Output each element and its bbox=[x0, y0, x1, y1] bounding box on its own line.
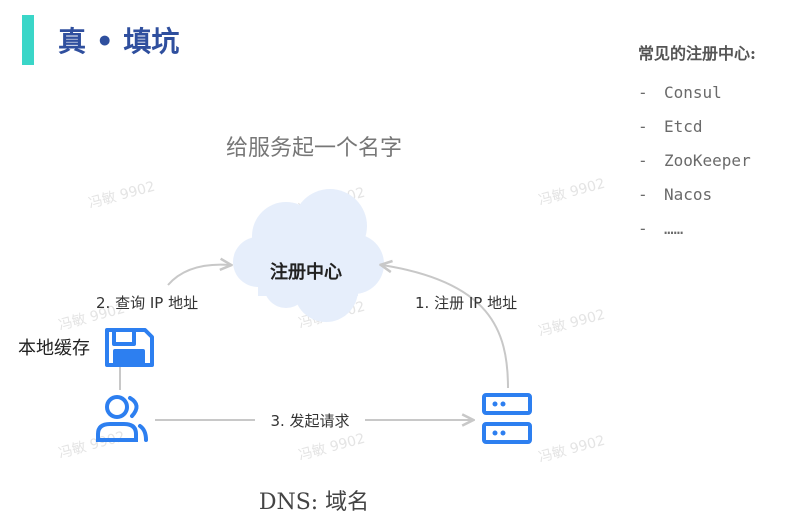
query-arrow bbox=[167, 265, 230, 286]
server-icon bbox=[482, 393, 532, 444]
cloud-label: 注册中心 bbox=[270, 261, 342, 283]
watermark: 冯敏 9902 bbox=[87, 179, 157, 212]
watermark: 冯敏 9902 bbox=[57, 429, 127, 462]
register-arrow bbox=[382, 265, 509, 389]
watermark: 冯敏 9902 bbox=[297, 431, 367, 464]
local-cache-label: 本地缓存 bbox=[18, 338, 90, 359]
watermark: 冯敏 9902 bbox=[537, 433, 607, 466]
step-register-label: 1. 注册 IP 地址 bbox=[415, 294, 517, 312]
watermark: 冯敏 9902 bbox=[537, 307, 607, 340]
watermark: 冯敏 9902 bbox=[537, 176, 607, 209]
step-request-label: 3. 发起请求 bbox=[270, 412, 349, 430]
service-discovery-diagram: 冯敏 9902 冯敏 9902 冯敏 9902 冯敏 9902 冯敏 9902 … bbox=[57, 176, 607, 466]
save-icon bbox=[105, 328, 154, 367]
step-query-label: 2. 查询 IP 地址 bbox=[96, 294, 198, 312]
diagram-caption: DNS: 域名 bbox=[258, 490, 370, 515]
